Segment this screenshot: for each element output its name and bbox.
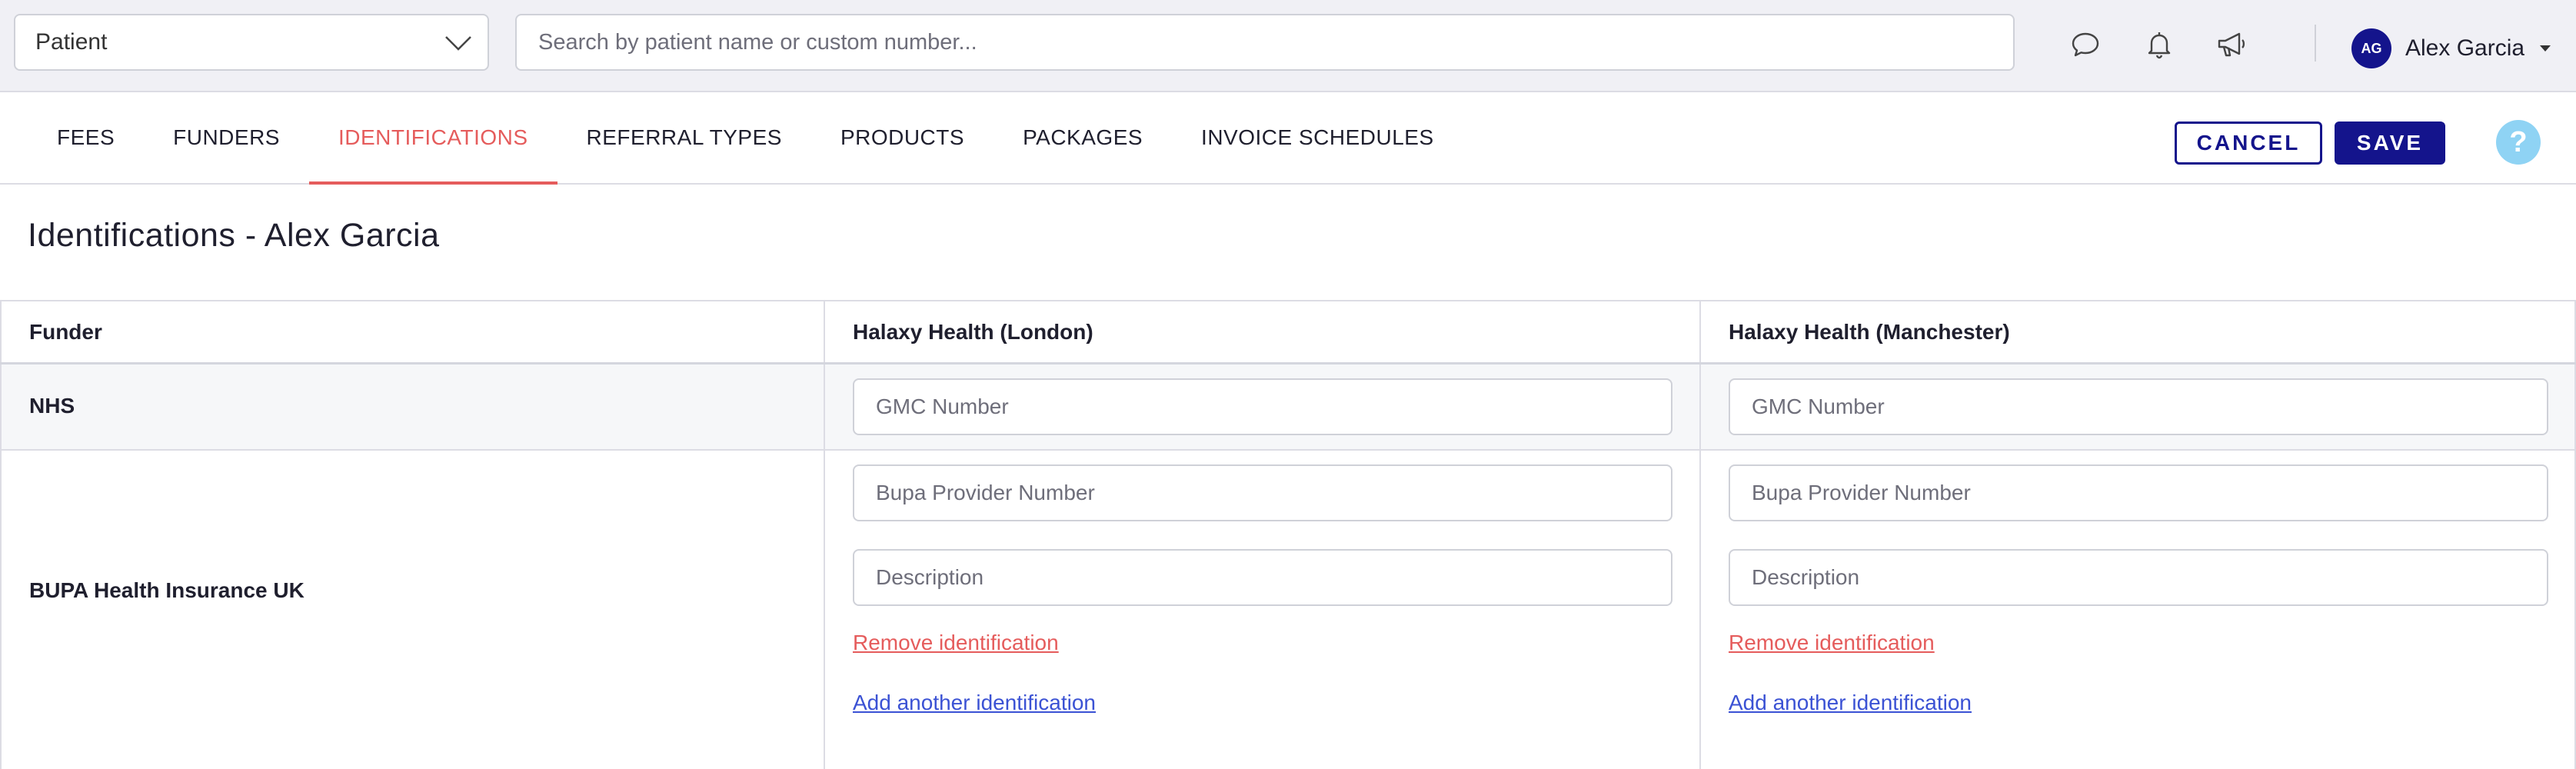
patient-type-select-value: Patient: [35, 29, 108, 55]
identification-cell: [1699, 365, 2576, 449]
avatar: AG: [2351, 28, 2391, 68]
table-header-cell: Halaxy Health (Manchester): [1699, 301, 2576, 362]
funder-name: BUPA Health Insurance UK: [29, 578, 305, 602]
remove-identification-link-london[interactable]: Remove identification: [853, 631, 1059, 655]
table-header-cell: Funder: [0, 301, 824, 362]
help-button[interactable]: ?: [2496, 120, 2541, 165]
topbar-divider: [2315, 25, 2316, 62]
description-input-london[interactable]: [853, 549, 1672, 606]
identification-cell: Remove identification Add another identi…: [1699, 451, 2576, 769]
gmc-number-input-manchester[interactable]: [1729, 378, 2548, 435]
tab-fees[interactable]: FEES: [28, 92, 144, 183]
user-menu[interactable]: AG Alex Garcia: [2351, 28, 2551, 69]
description-input-manchester[interactable]: [1729, 549, 2548, 606]
bell-icon[interactable]: [2142, 28, 2176, 62]
table-row: BUPA Health Insurance UK Remove identifi…: [0, 451, 2576, 769]
identification-cell: Remove identification Add another identi…: [824, 451, 1699, 769]
settings-tabs-bar: FEES FUNDERS IDENTIFICATIONS REFERRAL TY…: [0, 92, 2576, 185]
bupa-provider-number-input-london[interactable]: [853, 464, 1672, 521]
funder-name: NHS: [29, 394, 75, 418]
column-header-funder: Funder: [29, 320, 102, 344]
tab-products[interactable]: PRODUCTS: [811, 92, 993, 183]
table-header-row: Funder Halaxy Health (London) Halaxy Hea…: [0, 301, 2576, 365]
table-row: NHS: [0, 365, 2576, 451]
tab-packages[interactable]: PACKAGES: [993, 92, 1172, 183]
page-title: Identifications - Alex Garcia: [28, 217, 440, 254]
patient-type-select[interactable]: Patient: [14, 14, 489, 71]
funder-cell: NHS: [0, 365, 824, 449]
tab-identifications[interactable]: IDENTIFICATIONS: [308, 92, 557, 185]
identification-cell: [824, 365, 1699, 449]
user-name: Alex Garcia: [2405, 35, 2525, 61]
tab-funders[interactable]: FUNDERS: [144, 92, 309, 183]
column-header-london: Halaxy Health (London): [853, 320, 1093, 344]
chevron-down-icon: [445, 36, 471, 51]
save-button[interactable]: SAVE: [2335, 122, 2445, 165]
chat-bubble-icon[interactable]: [2068, 28, 2102, 62]
bupa-provider-number-input-manchester[interactable]: [1729, 464, 2548, 521]
top-bar: Patient AG Alex Garcia: [0, 0, 2576, 92]
gmc-number-input-london[interactable]: [853, 378, 1672, 435]
megaphone-icon[interactable]: [2215, 28, 2248, 62]
table-header-cell: Halaxy Health (London): [824, 301, 1699, 362]
funder-cell: BUPA Health Insurance UK: [0, 451, 824, 769]
identifications-table: Funder Halaxy Health (London) Halaxy Hea…: [0, 300, 2576, 769]
column-header-manchester: Halaxy Health (Manchester): [1729, 320, 2010, 344]
tab-invoice-schedules[interactable]: INVOICE SCHEDULES: [1172, 92, 1463, 183]
tab-list: FEES FUNDERS IDENTIFICATIONS REFERRAL TY…: [28, 92, 1463, 185]
tab-referral-types[interactable]: REFERRAL TYPES: [557, 92, 811, 183]
caret-down-icon: [2540, 45, 2551, 52]
patient-search-input[interactable]: [515, 14, 2015, 71]
add-identification-link-london[interactable]: Add another identification: [853, 691, 1096, 715]
add-identification-link-manchester[interactable]: Add another identification: [1729, 691, 1972, 715]
remove-identification-link-manchester[interactable]: Remove identification: [1729, 631, 1935, 655]
cancel-button[interactable]: CANCEL: [2175, 122, 2322, 165]
